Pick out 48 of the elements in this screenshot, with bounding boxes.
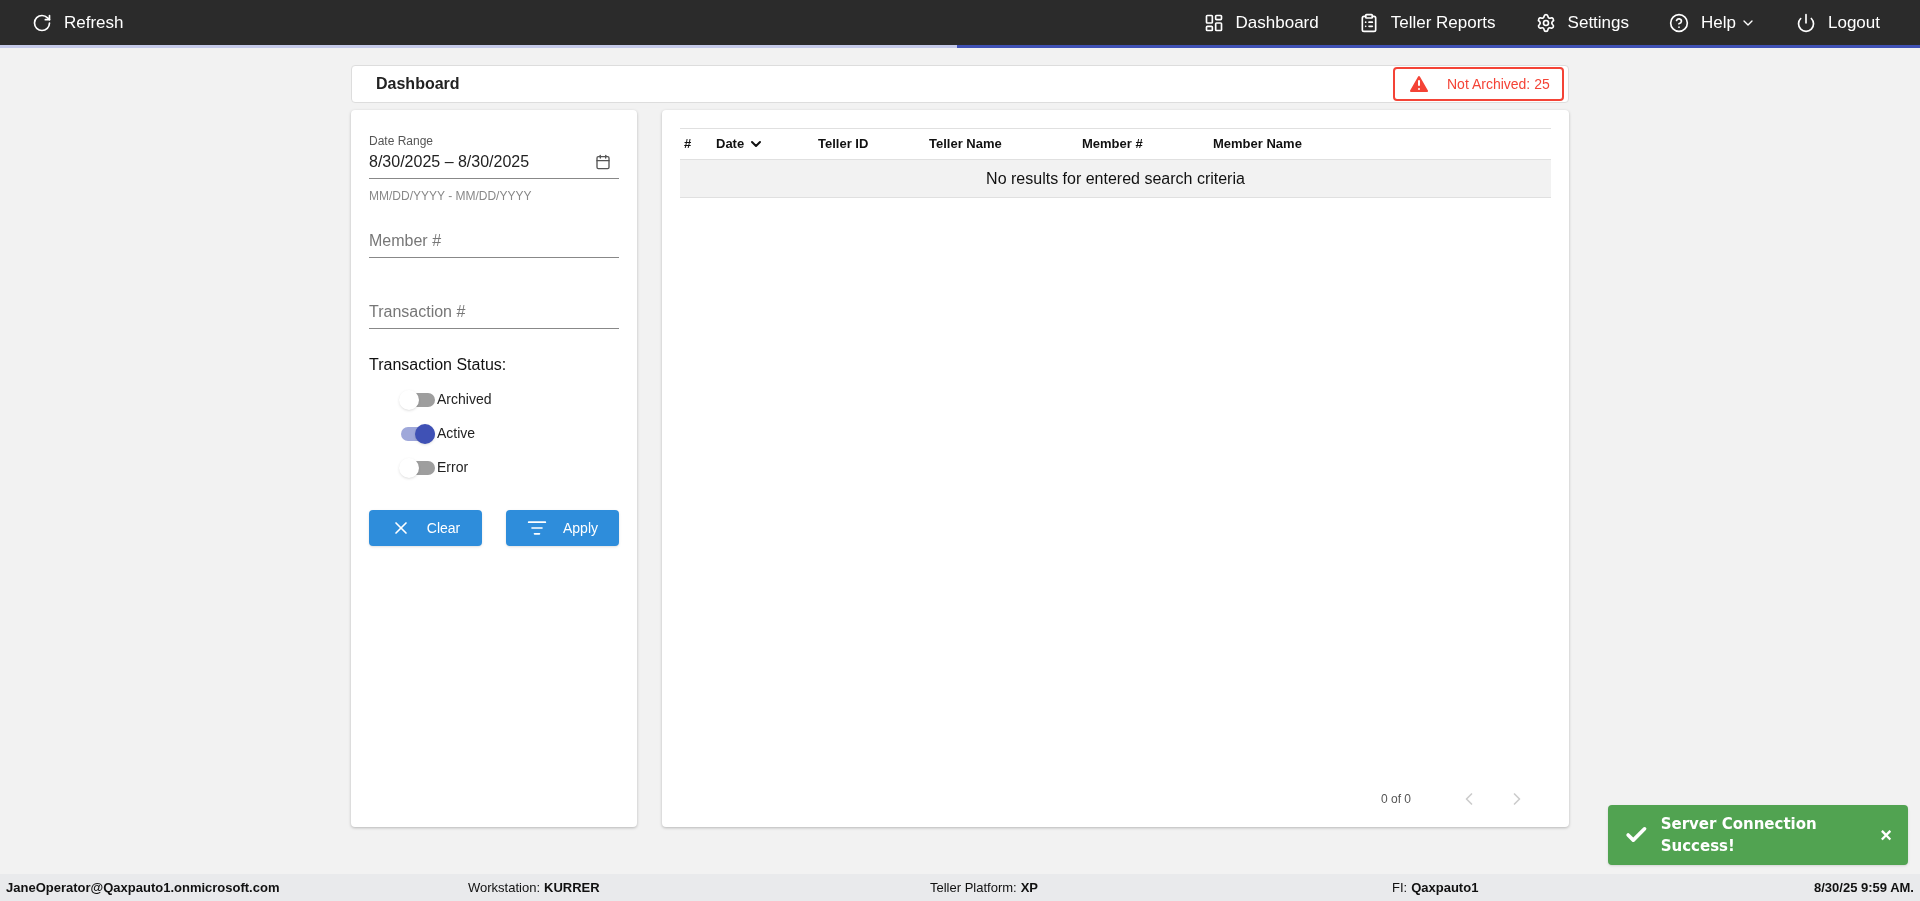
power-icon xyxy=(1796,12,1816,33)
nav-link[interactable]: Dashboard xyxy=(1203,9,1319,36)
field-value: 8/30/2025 – 8/30/2025 xyxy=(369,152,530,172)
nav-link[interactable]: Help xyxy=(1669,9,1756,36)
nav-link[interactable]: Teller Reports xyxy=(1358,9,1496,36)
toggle-switch[interactable] xyxy=(399,457,435,478)
platform-value: XP xyxy=(1020,878,1039,897)
column-header[interactable]: Member Name xyxy=(1213,134,1302,154)
alert-text: Not Archived: 25 xyxy=(1447,74,1550,94)
user-email: JaneOperator@Qaxpauto1.onmicrosoft.com xyxy=(6,878,281,897)
date-time: 8/30/25 9:59 AM. xyxy=(1814,878,1914,897)
refresh-icon xyxy=(32,12,52,33)
dashboard-icon xyxy=(1203,12,1224,33)
toggle-label: Active xyxy=(437,424,476,443)
toggle-switch[interactable] xyxy=(399,389,435,410)
help-icon xyxy=(1669,12,1690,33)
nav-link[interactable]: Settings xyxy=(1535,9,1630,36)
filter-icon xyxy=(527,518,547,538)
status-label: Transaction Status: xyxy=(369,355,508,375)
column-header[interactable]: Member # xyxy=(1082,134,1143,154)
column-header[interactable]: Teller ID xyxy=(818,134,869,154)
page-count: 0 of 0 xyxy=(1380,791,1411,808)
refresh-button[interactable]: Refresh xyxy=(32,9,124,36)
empty-message: No results for entered search criteria xyxy=(986,168,1245,189)
fi-label: FI: xyxy=(1392,878,1408,897)
platform-label: Teller Platform: xyxy=(930,878,1017,897)
nav-link[interactable]: Logout xyxy=(1796,9,1880,36)
field-hint: MM/DD/YYYY - MM/DD/YYYY xyxy=(369,188,533,205)
column-header[interactable]: Date xyxy=(716,134,745,154)
clear-button[interactable]: Clear xyxy=(369,510,482,546)
workstation-value: KURRER xyxy=(544,878,600,897)
member-field[interactable]: Member # xyxy=(369,225,619,258)
fi-value: Qaxpauto1 xyxy=(1411,878,1479,897)
alert-badge[interactable]: Not Archived: 25 xyxy=(1393,67,1564,101)
transaction-field[interactable]: Transaction # xyxy=(369,296,619,329)
field-label: Date Range xyxy=(369,133,435,150)
apply-button[interactable]: Apply xyxy=(506,510,619,546)
toggle-switch[interactable] xyxy=(399,423,435,444)
workstation-label: Workstation: xyxy=(468,878,540,897)
page-title: Dashboard xyxy=(376,74,460,94)
toggle-label: Archived xyxy=(437,390,492,409)
toast-message: Server Connection Success! xyxy=(1660,813,1818,857)
settings-icon xyxy=(1535,12,1556,33)
toggle-label: Error xyxy=(437,458,469,477)
date-range-field[interactable]: Date Range 8/30/2025 – 8/30/2025 xyxy=(369,132,619,179)
column-header[interactable]: Teller Name xyxy=(929,134,1002,154)
calendar-icon xyxy=(595,154,611,170)
column-header[interactable]: # xyxy=(684,134,692,154)
